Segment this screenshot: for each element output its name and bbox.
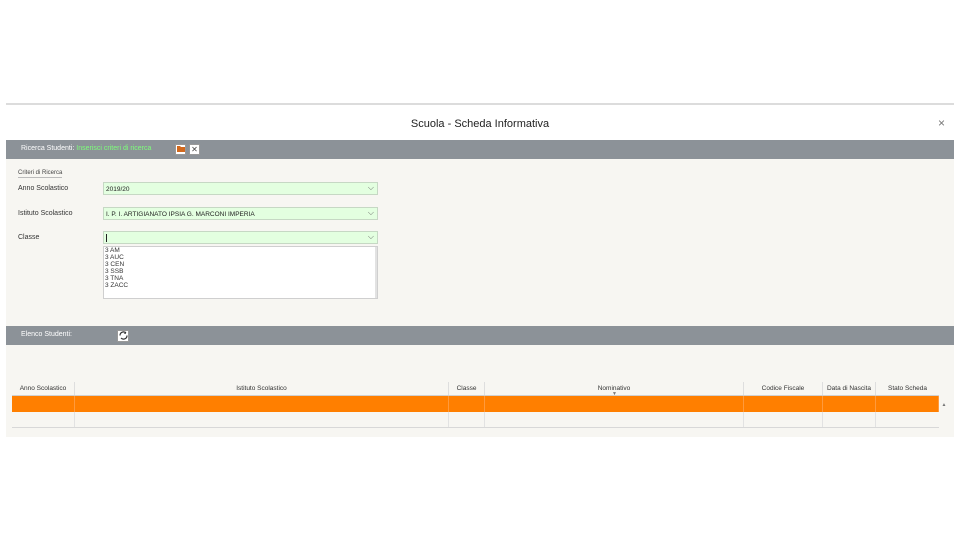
grid-cell — [876, 396, 939, 412]
classe-option[interactable]: 3 CEN — [104, 261, 377, 268]
grid-cell — [485, 412, 744, 427]
table-row[interactable] — [12, 396, 939, 412]
grid-header: Anno Scolastico Istituto Scolastico Clas… — [12, 382, 939, 396]
grid-scrollbar[interactable]: ▲ — [940, 382, 948, 437]
students-bar: Elenco Studenti: — [6, 326, 954, 345]
refresh-icon — [118, 330, 128, 342]
dialog-window: Scuola - Scheda Informativa × Ricerca St… — [6, 103, 954, 437]
column-header-istituto[interactable]: Istituto Scolastico — [75, 382, 449, 395]
classe-select[interactable]: ⌵ — [103, 231, 378, 244]
grid-cell — [12, 396, 75, 412]
table-row[interactable] — [12, 412, 939, 428]
column-header-nominativo[interactable]: Nominativo ▼ — [485, 382, 744, 395]
students-grid: Anno Scolastico Istituto Scolastico Clas… — [12, 382, 939, 428]
classe-option[interactable]: 3 AUC — [104, 254, 377, 261]
search-bar-label: Ricerca Studenti: — [21, 145, 75, 152]
istituto-value: I. P. I. ARTIGIANATO IPSIA G. MARCONI IM… — [106, 211, 255, 218]
grid-cell — [876, 412, 939, 427]
grid-cell — [744, 396, 823, 412]
search-bar: Ricerca Studenti: Inserisci criteri di r… — [6, 140, 954, 159]
classe-option[interactable]: 3 SSB — [104, 268, 377, 275]
open-search-button[interactable] — [175, 144, 186, 155]
column-header-data-nascita[interactable]: Data di Nascita — [823, 382, 876, 395]
title-bar: Scuola - Scheda Informativa × — [6, 105, 954, 140]
column-header-stato[interactable]: Stato Scheda — [876, 382, 939, 395]
istituto-select[interactable]: I. P. I. ARTIGIANATO IPSIA G. MARCONI IM… — [103, 207, 378, 220]
classe-label: Classe — [18, 234, 40, 241]
dropdown-scrollbar[interactable] — [375, 247, 377, 298]
text-cursor — [106, 234, 107, 242]
grid-cell — [12, 412, 75, 427]
grid-cell — [823, 412, 876, 427]
students-bar-label: Elenco Studenti: — [21, 331, 72, 338]
anno-label: Anno Scolastico — [18, 185, 69, 192]
anno-select[interactable]: 2019/20 ⌵ — [103, 182, 378, 195]
clear-search-button[interactable]: ✕ — [189, 144, 200, 155]
dialog-title: Scuola - Scheda Informativa — [410, 118, 550, 130]
close-icon: ✕ — [191, 144, 198, 154]
classe-option[interactable]: 3 AM — [104, 247, 377, 254]
refresh-button[interactable] — [117, 330, 129, 342]
sort-down-icon: ▼ — [612, 391, 617, 395]
anno-value: 2019/20 — [106, 186, 130, 193]
chevron-down-icon: ⌵ — [367, 183, 374, 192]
column-header-codice-fiscale[interactable]: Codice Fiscale — [744, 382, 823, 395]
grid-cell — [744, 412, 823, 427]
folder-icon — [176, 145, 185, 154]
criteria-section-title: Criteri di Ricerca — [18, 170, 63, 178]
chevron-down-icon: ⌵ — [367, 208, 374, 217]
classe-option[interactable]: 3 TNA — [104, 275, 377, 282]
grid-cell — [823, 396, 876, 412]
chevron-down-icon: ⌵ — [367, 232, 374, 241]
grid-cell — [485, 396, 744, 412]
classe-option[interactable]: 3 ZACC — [104, 282, 377, 289]
column-header-classe[interactable]: Classe — [449, 382, 485, 395]
column-header-anno[interactable]: Anno Scolastico — [12, 382, 75, 395]
grid-cell — [449, 412, 485, 427]
search-hint: Inserisci criteri di ricerca — [76, 145, 152, 152]
grid-cell — [75, 396, 449, 412]
scroll-up-icon: ▲ — [941, 402, 947, 408]
grid-cell — [75, 412, 449, 427]
istituto-label: Istituto Scolastico — [18, 210, 73, 217]
classe-dropdown: 3 AM 3 AUC 3 CEN 3 SSB 3 TNA 3 ZACC — [103, 246, 378, 299]
close-icon[interactable]: × — [938, 117, 945, 129]
grid-cell — [449, 396, 485, 412]
